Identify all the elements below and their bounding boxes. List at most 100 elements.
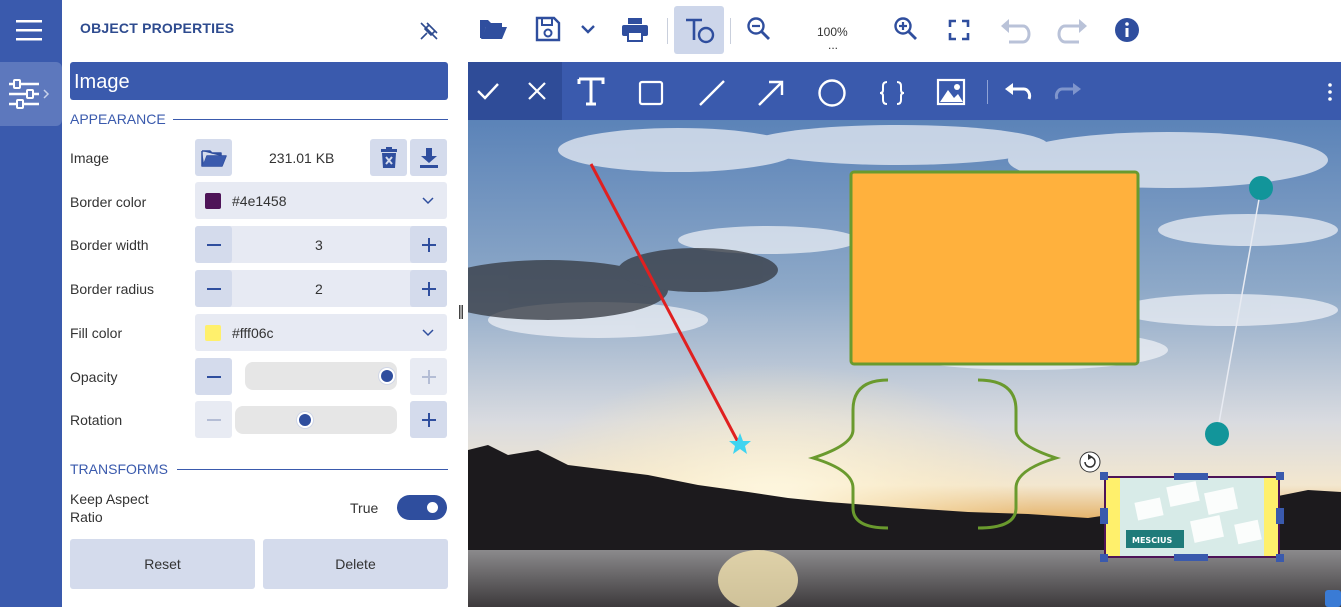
plus-icon <box>421 369 436 384</box>
image-annotation[interactable]: MESCIUS <box>1104 476 1280 558</box>
download-icon <box>419 147 438 168</box>
remove-image-button[interactable] <box>370 139 407 176</box>
opacity-slider[interactable] <box>245 362 397 390</box>
edit-annotations-button[interactable] <box>674 6 724 54</box>
appearance-divider <box>173 119 448 120</box>
rectangle-tool-icon[interactable] <box>638 80 664 106</box>
hamburger-menu-icon[interactable] <box>12 14 48 46</box>
zoom-level[interactable]: 100% <box>817 25 848 39</box>
transforms-divider <box>177 469 448 470</box>
panel-splitter[interactable] <box>458 304 464 320</box>
page-view: MESCIUS <box>468 120 1341 607</box>
apply-check-icon[interactable] <box>476 79 500 103</box>
save-options-chevron-icon[interactable] <box>580 24 596 36</box>
border-width-increase-button[interactable] <box>410 226 447 263</box>
open-file-icon[interactable] <box>478 15 508 43</box>
opacity-slider-handle[interactable] <box>379 368 395 384</box>
border-color-swatch <box>205 193 221 209</box>
rotation-increase-button[interactable] <box>410 401 447 438</box>
left-rail <box>0 0 62 607</box>
minus-icon <box>206 243 221 246</box>
image-tool-icon[interactable] <box>936 78 966 106</box>
document-canvas[interactable]: MESCIUS <box>468 120 1341 607</box>
unpin-icon[interactable] <box>418 20 440 42</box>
zoom-in-icon[interactable] <box>893 16 919 42</box>
chevron-down-icon <box>422 329 434 337</box>
image-size: 231.01 KB <box>269 150 335 166</box>
keep-aspect-ratio-toggle[interactable] <box>397 495 447 520</box>
text-tool-icon[interactable] <box>577 76 605 106</box>
open-image-button[interactable] <box>195 139 232 176</box>
arrow-tool-icon[interactable] <box>757 79 785 107</box>
border-width-decrease-button[interactable] <box>195 226 232 263</box>
rotation-decrease-button[interactable] <box>195 401 232 438</box>
delete-button[interactable]: Delete <box>263 539 448 589</box>
border-width-stepper: 3 <box>195 226 447 263</box>
annotation-redo-icon[interactable] <box>1053 81 1083 103</box>
print-icon[interactable] <box>620 15 650 43</box>
object-properties-panel: OBJECT PROPERTIES Image APPEARANCE Image… <box>62 0 468 607</box>
keep-aspect-ratio-value: True <box>350 500 379 516</box>
rotate-handle-icon[interactable] <box>1079 451 1101 473</box>
border-radius-value[interactable]: 2 <box>315 281 323 297</box>
panel-title: OBJECT PROPERTIES <box>80 20 235 36</box>
undo-icon[interactable] <box>999 16 1031 44</box>
image-label: Image <box>70 150 109 166</box>
annotation-undo-icon[interactable] <box>1003 81 1033 103</box>
redo-icon[interactable] <box>1057 16 1089 44</box>
connector-end-handle[interactable] <box>1205 422 1229 446</box>
toolbar-separator <box>667 18 668 44</box>
plus-icon <box>421 237 436 252</box>
line-tool-icon[interactable] <box>698 79 726 107</box>
fullscreen-icon[interactable] <box>948 19 970 41</box>
rotation-slider-handle[interactable] <box>297 412 313 428</box>
transforms-section-title: TRANSFORMS <box>70 461 168 477</box>
reset-button[interactable]: Reset <box>70 539 255 589</box>
border-width-value[interactable]: 3 <box>315 237 323 253</box>
opacity-increase-button[interactable] <box>410 358 447 395</box>
opacity-decrease-button[interactable] <box>195 358 232 395</box>
minus-icon <box>206 287 221 290</box>
trash-x-icon <box>380 146 397 168</box>
opacity-label: Opacity <box>70 369 118 385</box>
folder-open-icon <box>200 149 227 167</box>
download-image-button[interactable] <box>410 139 447 176</box>
border-color-dropdown[interactable]: #4e1458 <box>195 182 447 219</box>
plus-icon <box>421 281 436 296</box>
text-shape-icon <box>686 18 715 44</box>
object-name-field[interactable]: Image <box>70 62 448 100</box>
properties-tab[interactable] <box>0 62 62 126</box>
braces-tool-icon[interactable] <box>879 80 905 106</box>
scroll-corner-indicator[interactable] <box>1325 590 1341 607</box>
connector-start-handle[interactable] <box>1249 176 1273 200</box>
rotation-slider[interactable] <box>235 406 397 434</box>
rectangle-annotation[interactable] <box>849 170 1140 366</box>
cancel-x-icon[interactable] <box>527 81 547 101</box>
toggle-knob <box>427 502 438 513</box>
border-color-value: #4e1458 <box>232 193 287 209</box>
fill-color-swatch <box>205 325 221 341</box>
main-toolbar: 100% ... <box>468 0 1341 62</box>
minus-icon <box>206 375 221 378</box>
border-radius-decrease-button[interactable] <box>195 270 232 307</box>
annotation-separator <box>987 80 988 104</box>
fill-color-dropdown[interactable]: #fff06c <box>195 314 447 351</box>
rotation-label: Rotation <box>70 412 123 428</box>
plus-icon <box>421 412 436 427</box>
toolbar-separator <box>730 18 731 44</box>
zoom-out-icon[interactable] <box>746 16 772 42</box>
annotation-toolbar <box>468 62 1341 120</box>
more-options-icon[interactable] <box>1326 82 1334 102</box>
ellipse-tool-icon[interactable] <box>817 78 847 108</box>
minus-icon <box>206 418 221 421</box>
zoom-options[interactable]: ... <box>828 38 838 52</box>
appearance-section-title: APPEARANCE <box>70 111 166 127</box>
info-icon[interactable] <box>1114 17 1140 43</box>
border-radius-increase-button[interactable] <box>410 270 447 307</box>
fill-color-value: #fff06c <box>232 325 274 341</box>
border-width-label: Border width <box>70 237 149 253</box>
border-color-label: Border color <box>70 194 147 210</box>
keep-aspect-ratio-label: Keep Aspect Ratio <box>70 491 149 525</box>
chevron-down-icon <box>422 197 434 205</box>
save-icon[interactable] <box>534 15 562 43</box>
